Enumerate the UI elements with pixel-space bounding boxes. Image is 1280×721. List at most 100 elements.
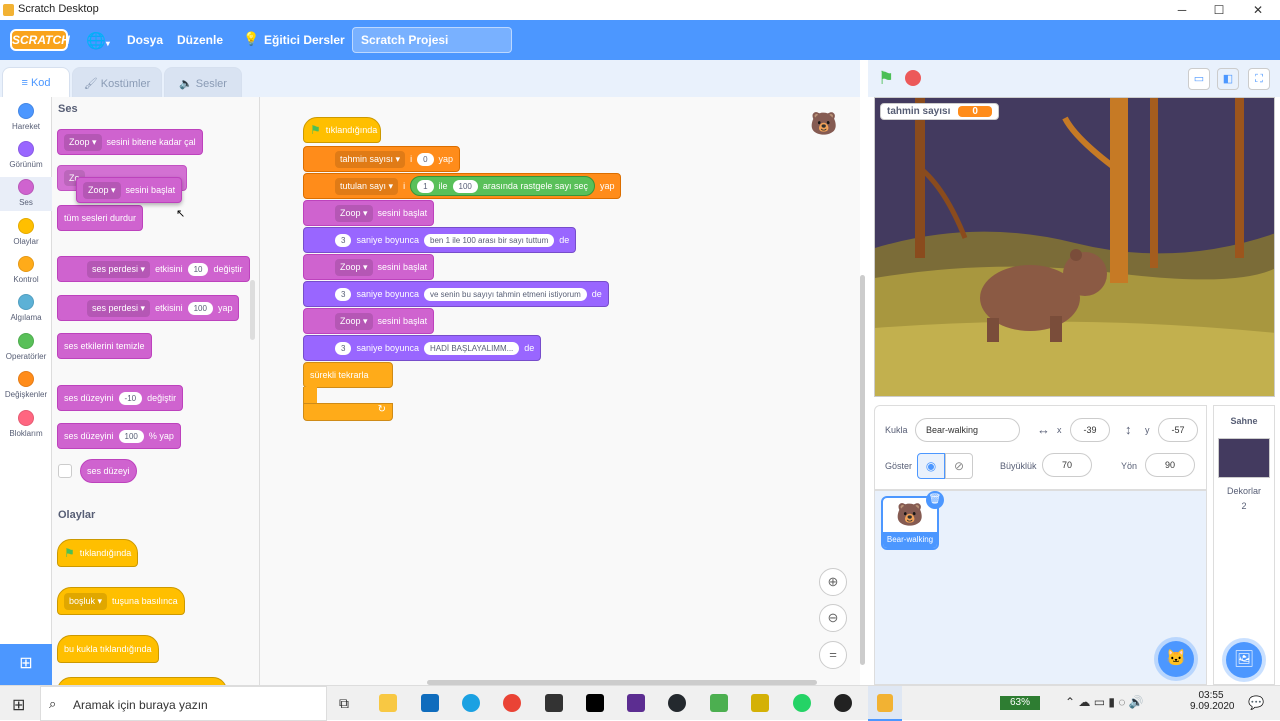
block-when-flag-clicked[interactable]: ⚑ tıklandığında	[57, 539, 139, 567]
category-events[interactable]: Olaylar	[0, 218, 52, 246]
block-change-sound-effect[interactable]: ses perdesi ▾ etkisini 10 değiştir	[57, 256, 250, 282]
github-icon[interactable]	[668, 694, 686, 712]
script-forever-loop[interactable]: sürekli tekrarla	[303, 362, 393, 388]
stage-selector[interactable]: Sahne Dekorlar 2 🖼	[1213, 405, 1275, 685]
key-dropdown[interactable]: boşluk ▾	[64, 592, 108, 610]
script-start-sound-1[interactable]: Zoop ▾ sesini başlat	[303, 200, 435, 226]
menu-file[interactable]: Dosya	[127, 33, 163, 47]
large-stage-button[interactable]: ◧	[1217, 68, 1239, 90]
block-clear-sound-effects[interactable]: ses etkilerini temizle	[57, 333, 152, 359]
variable-dropdown[interactable]: tahmin sayısı ▾	[335, 150, 406, 168]
block-partial[interactable]	[57, 677, 227, 685]
whatsapp-icon[interactable]	[793, 694, 811, 712]
script-say-2[interactable]: 3 saniye boyunca ve senin bu sayıyı tahm…	[303, 281, 609, 307]
sound-dropdown[interactable]: Zoop ▾	[64, 133, 102, 151]
close-button[interactable]: ✕	[1240, 0, 1276, 20]
scratch-taskbar-button[interactable]	[868, 686, 902, 721]
dragged-block-start-sound[interactable]: Zoop ▾ sesini başlat	[76, 177, 183, 203]
script-set-guess-var[interactable]: tahmin sayısı ▾ i 0 yap	[303, 146, 461, 172]
windows-start-icon[interactable]: ⊞	[12, 695, 25, 715]
category-operators[interactable]: Operatörler	[0, 333, 52, 361]
hide-sprite-button[interactable]: ⊘	[945, 453, 973, 479]
menu-edit[interactable]: Düzenle	[177, 33, 223, 47]
edge-icon[interactable]	[462, 694, 480, 712]
delete-sprite-button[interactable]: 🗑	[926, 491, 944, 509]
stage[interactable]: tahmin sayısı 0	[874, 97, 1275, 397]
steam-icon[interactable]	[834, 694, 852, 712]
intellij-icon[interactable]	[586, 694, 604, 712]
seconds-input[interactable]: 3	[335, 341, 352, 355]
green-flag-button[interactable]: ⚑	[878, 68, 894, 89]
visual-studio-icon[interactable]	[627, 694, 645, 712]
maximize-button[interactable]: ☐	[1201, 0, 1237, 20]
notification-icon[interactable]: 💬	[1248, 695, 1264, 711]
add-backdrop-button[interactable]: 🖼	[1226, 642, 1262, 678]
block-volume-reporter[interactable]: ses düzeyi	[80, 459, 137, 483]
effect-dropdown[interactable]: ses perdesi ▾	[87, 260, 151, 278]
category-sound[interactable]: Ses	[0, 177, 52, 211]
clock[interactable]: 03:55 9.09.2020	[1190, 690, 1235, 712]
block-when-key-pressed[interactable]: boşluk ▾ tuşuna basılınca	[57, 587, 185, 615]
script-say-1[interactable]: 3 saniye boyunca ben 1 ile 100 arası bir…	[303, 227, 577, 253]
value-input[interactable]: 0	[417, 152, 434, 166]
zoom-reset-button[interactable]: =	[819, 641, 847, 669]
block-when-sprite-clicked[interactable]: bu kukla tıklandığında	[57, 635, 159, 663]
variable-dropdown[interactable]: tutulan sayı ▾	[335, 177, 399, 195]
globe-icon[interactable]: 🌐▾	[86, 31, 110, 51]
seconds-input[interactable]: 3	[335, 233, 352, 247]
tab-code[interactable]: ≡ Kod	[2, 67, 70, 97]
script-start-sound-3[interactable]: Zoop ▾ sesini başlat	[303, 308, 435, 334]
task-view-icon[interactable]: ⧉	[339, 695, 349, 712]
unity-icon[interactable]	[545, 694, 563, 712]
message-input[interactable]: ben 1 ile 100 arası bir sayı tuttum	[424, 233, 555, 247]
tab-sounds[interactable]: 🔈 Sesler	[164, 67, 242, 97]
sound-dropdown[interactable]: Zoop ▾	[83, 181, 121, 199]
volume-input[interactable]: 100	[118, 429, 144, 443]
sticky-app-icon[interactable]	[751, 694, 769, 712]
block-play-sound-until-done[interactable]: Zoop ▾ sesini bitene kadar çal	[57, 129, 203, 155]
scratch-logo[interactable]: SCRATCH	[10, 29, 70, 51]
sound-dropdown[interactable]: Zoop ▾	[335, 312, 373, 330]
x-position-input[interactable]: -39	[1070, 418, 1110, 442]
y-position-input[interactable]: -57	[1158, 418, 1198, 442]
battery-indicator[interactable]: 63%	[1000, 696, 1040, 710]
add-sprite-button[interactable]: 🐱	[1158, 641, 1194, 677]
category-myblocks[interactable]: Bloklarım	[0, 410, 52, 438]
palette-scrollbar[interactable]	[250, 280, 255, 340]
volume-input[interactable]: -10	[118, 391, 143, 405]
chrome-icon[interactable]	[503, 694, 521, 712]
code-vertical-scrollbar[interactable]	[860, 275, 865, 665]
project-title-input[interactable]: Scratch Projesi	[352, 27, 512, 53]
effect-dropdown[interactable]: ses perdesi ▾	[87, 299, 151, 317]
sprite-name-input[interactable]: Bear-walking	[915, 418, 1020, 442]
show-sprite-button[interactable]: ◉	[917, 453, 945, 479]
direction-input[interactable]: 90	[1145, 453, 1195, 477]
sound-dropdown[interactable]: Zoop ▾	[335, 204, 373, 222]
script-set-target-var[interactable]: tutulan sayı ▾ i 1 ile 100 arasında rast…	[303, 173, 622, 199]
mail-icon[interactable]	[421, 694, 439, 712]
category-variables[interactable]: Değişkenler	[0, 371, 52, 399]
block-stop-all-sounds[interactable]: tüm sesleri durdur	[57, 205, 144, 231]
taskbar-search-box[interactable]: ⌕ Aramak için buraya yazın	[40, 686, 327, 721]
random-from-input[interactable]: 1	[417, 179, 434, 193]
tray-icons[interactable]: ⌃ ☁ ▭ ▮ ◌ 🔊	[1065, 695, 1144, 709]
file-explorer-icon[interactable]	[379, 694, 397, 712]
menu-tutorials[interactable]: Eğitici Dersler	[264, 33, 345, 47]
fullscreen-button[interactable]: ⛶	[1248, 68, 1270, 90]
backdrop-thumbnail[interactable]	[1218, 438, 1270, 478]
zoom-in-button[interactable]: ⊕	[819, 568, 847, 596]
random-to-input[interactable]: 100	[452, 179, 478, 193]
size-input[interactable]: 70	[1042, 453, 1092, 477]
volume-monitor-checkbox[interactable]	[58, 464, 72, 478]
tab-costumes[interactable]: 🖌 Kostümler	[72, 67, 162, 97]
pick-random-block[interactable]: 1 ile 100 arasında rastgele sayı seç	[410, 176, 595, 196]
message-input[interactable]: HADİ BAŞLAYALIMM...	[424, 341, 520, 355]
sound-dropdown[interactable]: Zoop ▾	[335, 258, 373, 276]
cube-app-icon[interactable]	[710, 694, 728, 712]
effect-value-input[interactable]: 10	[187, 262, 209, 276]
minimize-button[interactable]: ─	[1164, 0, 1200, 20]
seconds-input[interactable]: 3	[335, 287, 352, 301]
script-when-flag-clicked[interactable]: ⚑ tıklandığında	[303, 117, 381, 143]
category-looks[interactable]: Görünüm	[0, 141, 52, 169]
stop-button[interactable]	[905, 70, 921, 86]
